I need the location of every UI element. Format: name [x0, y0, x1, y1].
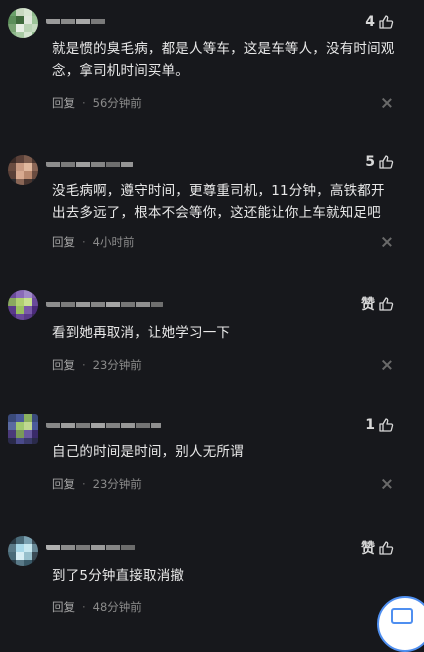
comment-meta: 回复 · 56分钟前 — [52, 95, 142, 111]
thumbs-up-icon — [378, 154, 394, 170]
comment-meta: 回复 · 48分钟前 — [52, 599, 142, 615]
comment-time: 23分钟前 — [92, 358, 142, 372]
thumbs-up-icon — [378, 296, 394, 312]
meta-separator: · — [82, 96, 86, 110]
comment-time: 56分钟前 — [92, 96, 142, 110]
message-icon — [391, 608, 413, 624]
like-button[interactable]: 5 — [365, 154, 394, 170]
like-count: 5 — [365, 154, 375, 170]
close-icon[interactable] — [382, 237, 392, 247]
floating-action-button[interactable] — [377, 596, 424, 652]
close-icon[interactable] — [382, 479, 392, 489]
comment-text: 到了5分钟直接取消撤 — [52, 568, 185, 584]
comment-text: 看到她再取消，让她学习一下 — [52, 325, 231, 341]
comment-time: 23分钟前 — [92, 477, 142, 491]
comment-meta: 回复 · 23分钟前 — [52, 357, 142, 373]
like-button[interactable]: 1 — [365, 417, 394, 433]
close-icon[interactable] — [382, 360, 392, 370]
like-count: 4 — [365, 14, 375, 30]
avatar[interactable] — [8, 536, 38, 566]
meta-separator: · — [82, 600, 86, 614]
comment-meta: 回复 · 23分钟前 — [52, 476, 142, 492]
reply-button[interactable]: 回复 — [52, 357, 75, 373]
meta-separator: · — [82, 358, 86, 372]
like-button[interactable]: 赞 — [361, 538, 394, 558]
like-button[interactable]: 4 — [365, 14, 394, 30]
reply-button[interactable]: 回复 — [52, 599, 75, 615]
like-button[interactable]: 赞 — [361, 294, 394, 314]
avatar[interactable] — [8, 414, 38, 444]
avatar[interactable] — [8, 155, 38, 185]
avatar[interactable] — [8, 290, 38, 320]
comment-text: 没毛病啊，遵守时间，更尊重司机，11分钟，高铁都开出去多远了，根本不会等你，这还… — [52, 183, 385, 221]
reply-button[interactable]: 回复 — [52, 95, 75, 111]
like-count: 赞 — [361, 297, 375, 313]
comment-time: 48分钟前 — [92, 600, 142, 614]
username-blurred[interactable] — [46, 14, 106, 24]
thumbs-up-icon — [378, 540, 394, 556]
username-blurred[interactable] — [46, 418, 162, 428]
like-count: 赞 — [361, 541, 375, 557]
thumbs-up-icon — [378, 417, 394, 433]
comment-time: 4小时前 — [92, 235, 135, 249]
close-icon[interactable] — [382, 98, 392, 108]
username-blurred[interactable] — [46, 540, 136, 550]
comment-text: 自己的时间是时间，别人无所谓 — [52, 444, 244, 460]
comment-text: 就是惯的臭毛病，都是人等车，这是车等人，没有时间观念，拿司机时间买单。 — [52, 41, 395, 79]
avatar[interactable] — [8, 8, 38, 38]
username-blurred[interactable] — [46, 297, 164, 307]
reply-button[interactable]: 回复 — [52, 234, 75, 250]
thumbs-up-icon — [378, 14, 394, 30]
like-count: 1 — [365, 417, 375, 433]
reply-button[interactable]: 回复 — [52, 476, 75, 492]
username-blurred[interactable] — [46, 157, 134, 167]
comment-meta: 回复 · 4小时前 — [52, 234, 134, 250]
meta-separator: · — [82, 235, 86, 249]
meta-separator: · — [82, 477, 86, 491]
